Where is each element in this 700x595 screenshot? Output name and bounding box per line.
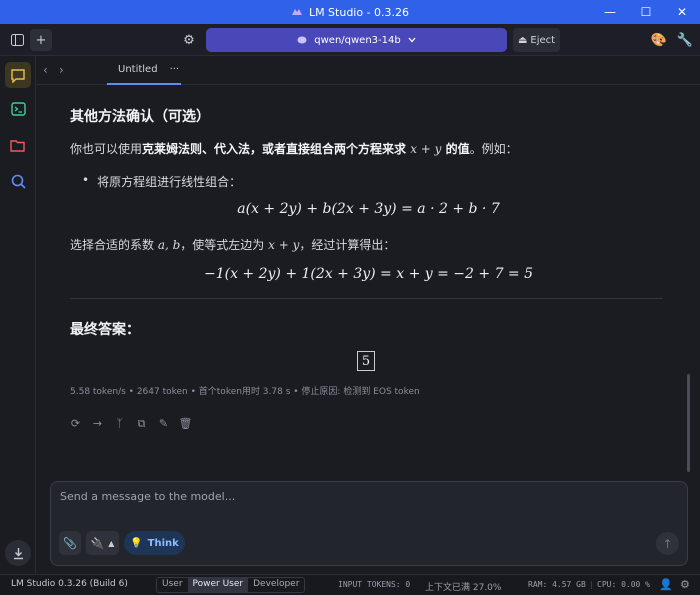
paragraph-coefficients: 选择合适的系数 a, b，使等式左边为 x + y，经过计算得出： xyxy=(70,238,396,252)
lightbulb-icon: 💡 xyxy=(130,537,143,549)
message-composer: 📎 🔌 ▲ 💡 Think ↑ xyxy=(50,481,688,566)
mode-power-user-button[interactable]: Power User xyxy=(187,578,249,592)
ram-usage: RAM: 4.57 GB xyxy=(528,580,586,589)
back-arrow-icon[interactable]: ‹ xyxy=(43,63,48,77)
chat-message-area: 其他方法确认（可选） 你也可以使用克莱姆法则、代入法，或者直接组合两个方程来求 … xyxy=(37,86,700,474)
tab-bar: ‹ › Untitled ··· xyxy=(37,56,700,85)
input-tokens: INPUT TOKENS: 0 xyxy=(338,580,411,589)
mode-switcher: User Power User Developer xyxy=(156,577,306,593)
toolbar: + ⚙ qwen/qwen3-14b ⏏ Eject 🎨 🔧 xyxy=(0,24,700,56)
minimize-icon[interactable]: — xyxy=(592,0,628,24)
eject-button[interactable]: ⏏ Eject xyxy=(513,28,560,52)
copy-icon[interactable]: ⧉ xyxy=(134,416,149,431)
gear-icon[interactable]: ⚙ xyxy=(680,578,690,591)
tab-menu-icon[interactable]: ··· xyxy=(170,64,180,75)
tab-untitled[interactable]: Untitled ··· xyxy=(107,56,181,85)
model-name: qwen/qwen3-14b xyxy=(314,34,401,46)
paperclip-icon: 📎 xyxy=(63,536,77,550)
regenerate-icon[interactable]: ⟳ xyxy=(68,416,83,431)
title-bar: LM Studio - 0.3.26 — ☐ ✕ xyxy=(0,0,700,24)
list-item: • 将原方程组进行线性组合： xyxy=(82,173,242,189)
plug-icon: 🔌 xyxy=(90,536,105,550)
arrow-up-icon: ↑ xyxy=(662,536,673,551)
final-answer-heading: 最终答案： xyxy=(70,322,140,338)
developer-terminal-icon[interactable] xyxy=(5,96,31,122)
forward-arrow-icon[interactable]: › xyxy=(59,63,64,77)
branch-icon[interactable]: ᛉ xyxy=(112,416,127,431)
mode-user-button[interactable]: User xyxy=(157,578,188,592)
model-icon xyxy=(297,36,307,44)
edit-icon[interactable]: ✎ xyxy=(156,416,171,431)
lm-studio-logo-icon xyxy=(291,9,302,15)
wrench-icon[interactable]: 🔧 xyxy=(674,29,696,51)
chevron-up-icon: ▲ xyxy=(108,538,115,548)
close-icon[interactable]: ✕ xyxy=(664,0,700,24)
context-usage: 上下文已满 27.0% xyxy=(425,583,502,593)
app-version: LM Studio 0.3.26 (Build 6) xyxy=(11,579,128,589)
message-actions: ⟳ → ᛉ ⧉ ✎ 🗑 xyxy=(68,416,193,431)
left-sidebar xyxy=(0,56,36,574)
scrollbar[interactable] xyxy=(687,374,690,472)
settings-cog-icon[interactable]: ⚙ xyxy=(178,29,200,51)
mode-developer-button[interactable]: Developer xyxy=(248,578,304,592)
continue-arrow-icon[interactable]: → xyxy=(90,416,105,431)
eject-icon: ⏏ xyxy=(517,34,528,46)
maximize-icon[interactable]: ☐ xyxy=(628,0,664,24)
tab-label: Untitled xyxy=(118,64,158,75)
chevron-down-icon xyxy=(408,37,416,43)
integrations-button[interactable]: 🔌 ▲ xyxy=(86,531,119,555)
new-chat-button[interactable]: + xyxy=(30,29,52,51)
palette-icon[interactable]: 🎨 xyxy=(648,29,670,51)
generation-stats: 5.58 token/s • 2647 token • 首个token用时 3.… xyxy=(70,387,420,397)
separator: | xyxy=(589,580,594,589)
search-icon[interactable] xyxy=(5,168,31,194)
think-toggle-button[interactable]: 💡 Think xyxy=(124,531,185,555)
send-button[interactable]: ↑ xyxy=(656,532,679,555)
alternative-methods-heading: 其他方法确认（可选） xyxy=(70,109,210,125)
status-bar: LM Studio 0.3.26 (Build 6) User Power Us… xyxy=(0,574,700,595)
attach-button[interactable]: 📎 xyxy=(59,531,81,555)
equation-result: −1(x + 2y) + 1(2x + 3y) = x + y = −2 + 7… xyxy=(203,266,534,282)
cpu-usage: CPU: 0.00 % xyxy=(597,580,650,589)
window-title: LM Studio - 0.3.26 xyxy=(308,5,410,19)
folder-icon[interactable] xyxy=(5,132,31,158)
sidebar-toggle-icon[interactable] xyxy=(6,29,28,51)
paragraph-methods: 你也可以使用克莱姆法则、代入法，或者直接组合两个方程来求 x + y 的值。例如… xyxy=(70,142,518,156)
delete-icon[interactable]: 🗑 xyxy=(178,416,193,431)
download-icon[interactable] xyxy=(5,540,31,566)
equation-linear-combination: a(x + 2y) + b(2x + 3y) = a · 2 + b · 7 xyxy=(237,201,500,217)
boxed-answer: 5 xyxy=(357,351,375,371)
message-input[interactable] xyxy=(60,490,670,516)
user-icon[interactable]: 👤 xyxy=(659,578,673,591)
model-selector[interactable]: qwen/qwen3-14b xyxy=(206,28,507,52)
bullet-dot-icon: • xyxy=(82,173,90,187)
divider xyxy=(70,298,663,299)
chat-icon[interactable] xyxy=(5,62,31,88)
